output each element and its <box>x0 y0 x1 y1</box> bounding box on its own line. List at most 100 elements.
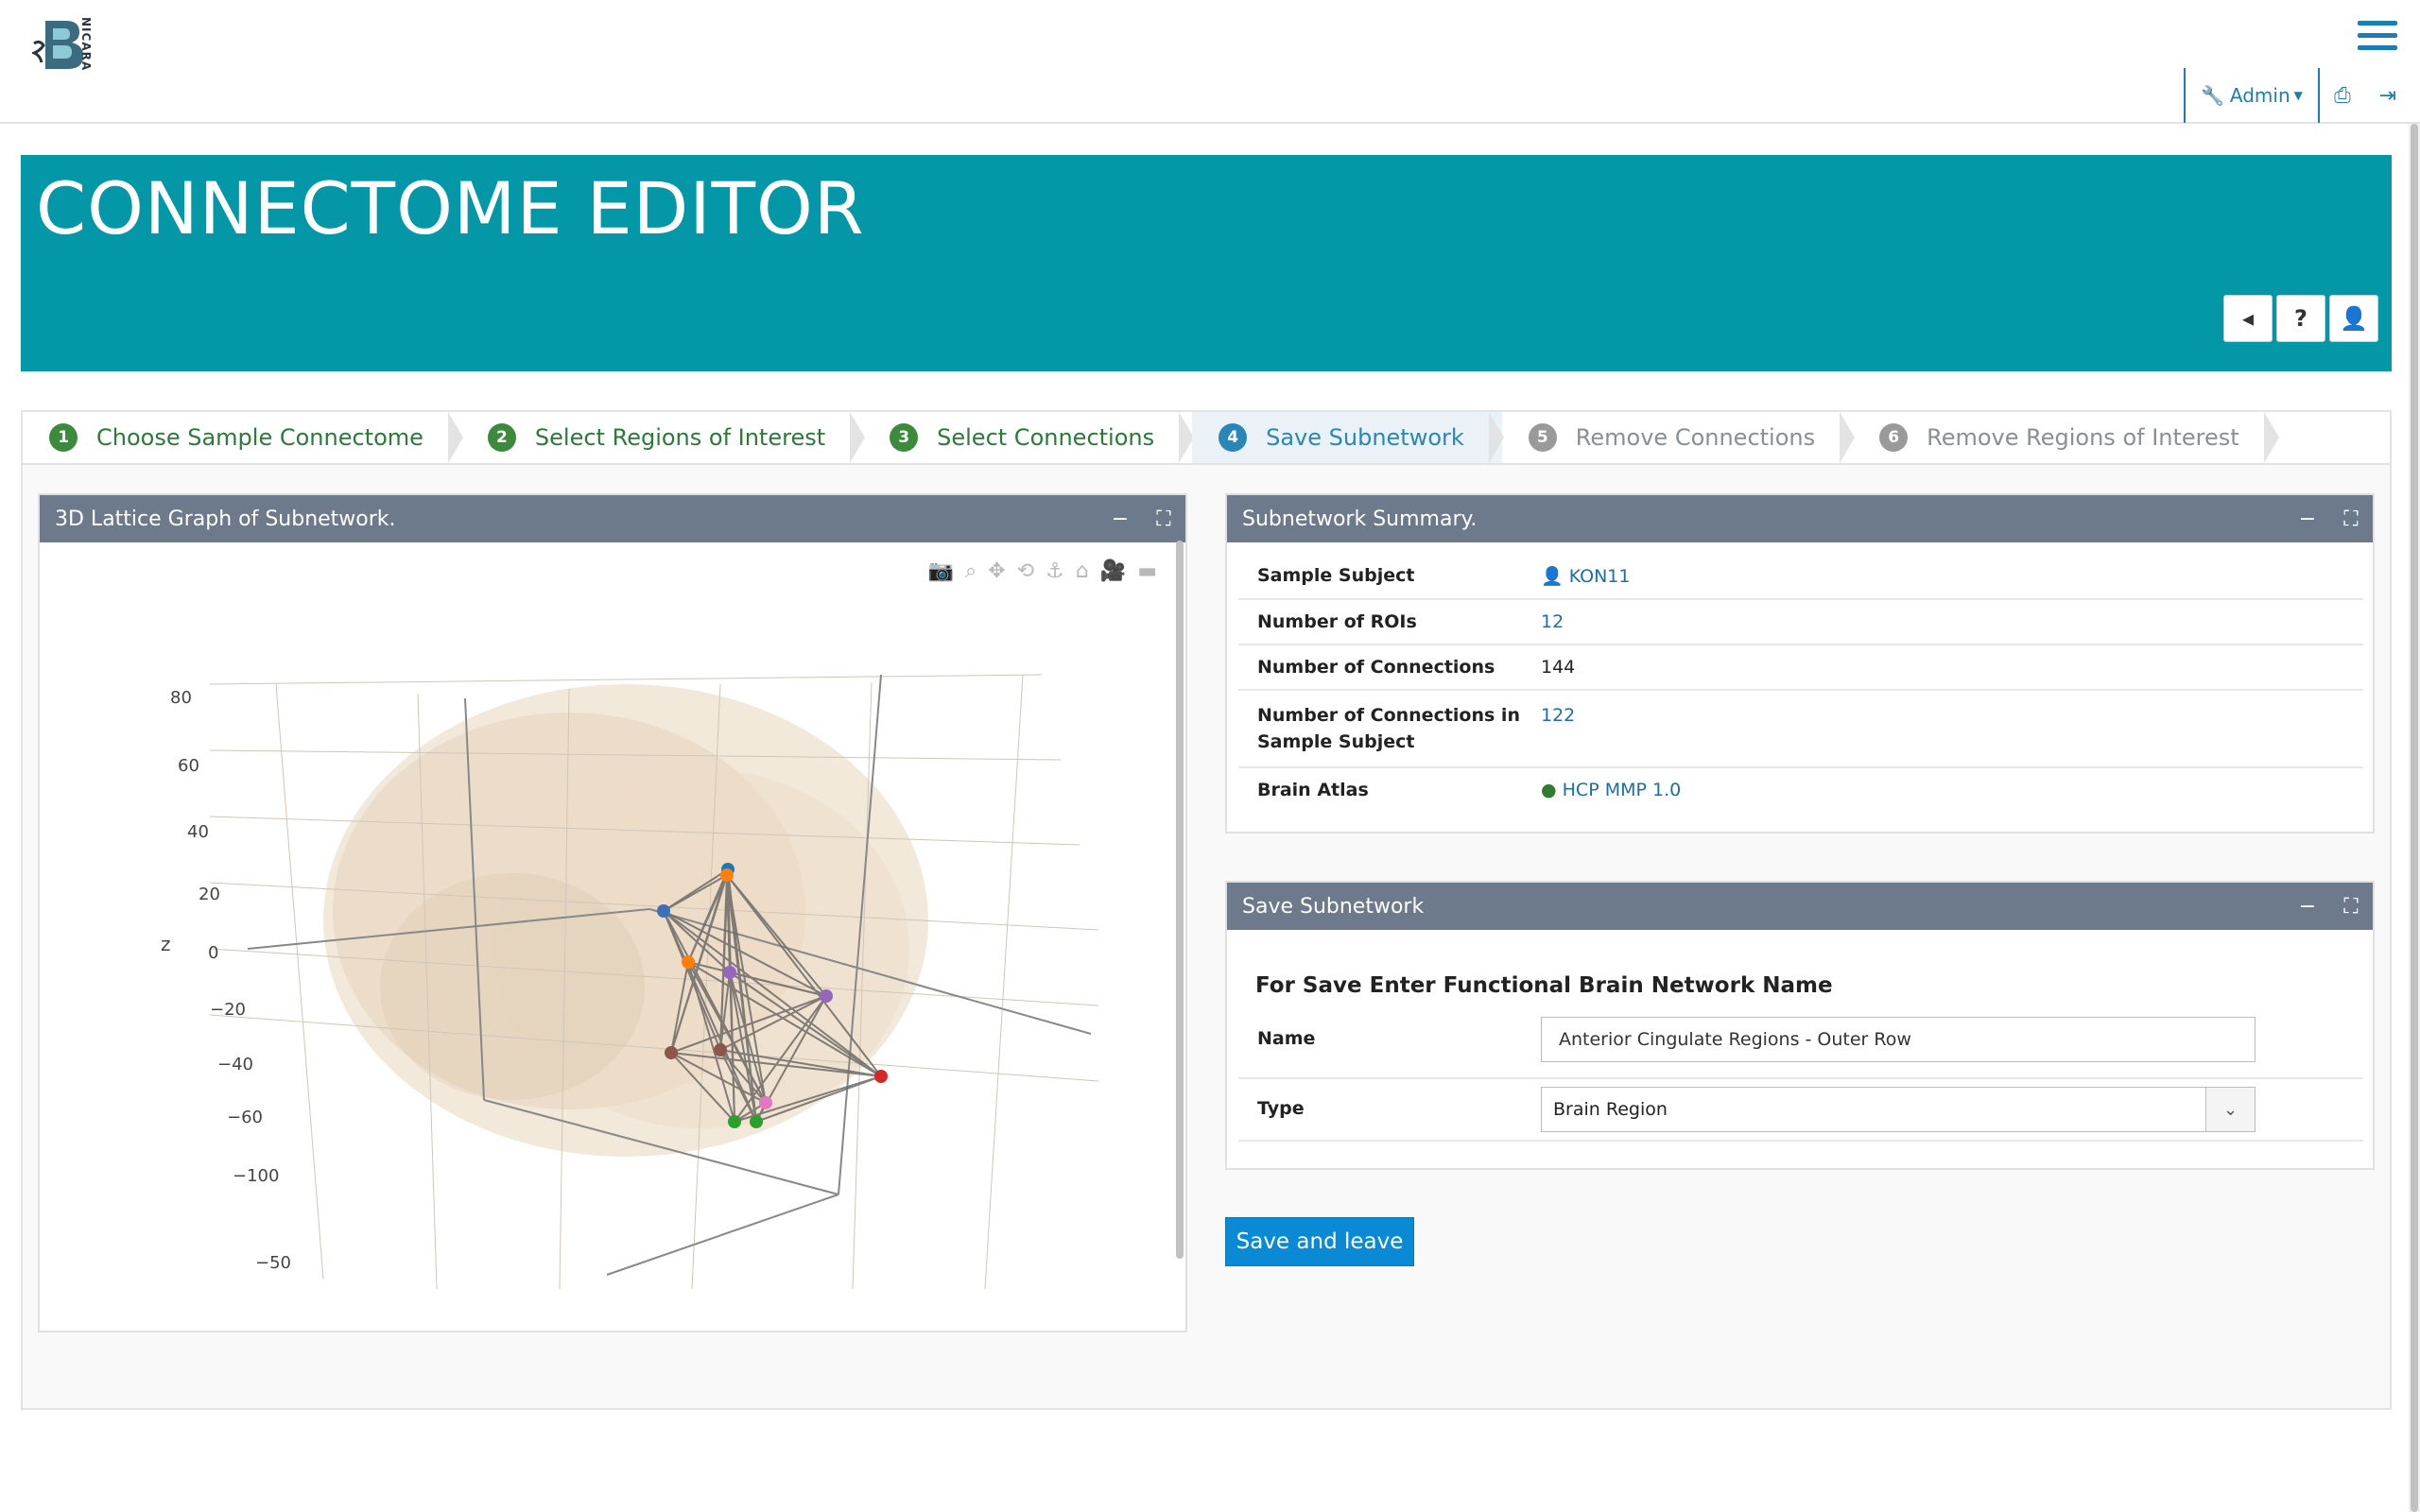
hover-tag-icon[interactable]: ▬ <box>1137 559 1157 583</box>
logout-icon[interactable]: ⇥ <box>2365 68 2411 123</box>
network-node[interactable] <box>874 1070 888 1083</box>
name-form-row: Name <box>1238 1017 2363 1079</box>
collapse-sidebar-icon[interactable]: ◂ <box>2223 295 2273 342</box>
sample-subject-link[interactable]: 👤 KON11 <box>1541 565 1630 587</box>
z-axis-ticks: 80 60 40 20 0 −20 −40 −60 −100 −50 z <box>161 688 291 1273</box>
step-number: 5 <box>1528 423 1557 452</box>
step-label: Select Regions of Interest <box>534 424 826 451</box>
z-tick-label: −40 <box>217 1055 253 1074</box>
type-select-value: Brain Region <box>1553 1099 1668 1120</box>
z-tick-label: 80 <box>170 688 192 708</box>
page-banner: CONNECTOME EDITOR ◂ ? 👤 <box>21 155 2392 371</box>
step-label: Remove Connections <box>1575 424 1816 451</box>
subnetwork-name-input[interactable] <box>1541 1017 2256 1062</box>
admin-label: Admin <box>2229 84 2290 107</box>
network-node[interactable] <box>665 1046 678 1059</box>
step-remove-connections[interactable]: 5 Remove Connections <box>1502 412 1856 463</box>
step-save-subnetwork[interactable]: 4 Save Subnetwork <box>1192 412 1504 463</box>
z-tick-label: 20 <box>199 885 220 904</box>
network-node[interactable] <box>728 1115 741 1128</box>
chevron-down-icon: ⌄ <box>2205 1088 2255 1131</box>
step-number: 1 <box>49 423 78 452</box>
minimize-icon[interactable]: − <box>2286 495 2329 542</box>
step-number: 6 <box>1879 423 1909 452</box>
admin-toolbar: 🔧 Admin ▼ ⎙ ⇥ <box>2184 68 2411 123</box>
admin-dropdown-button[interactable]: 🔧 Admin ▼ <box>2184 68 2320 123</box>
brain-atlas-link[interactable]: ● HCP MMP 1.0 <box>1541 780 1681 800</box>
panel-title: 3D Lattice Graph of Subnetwork. <box>55 507 396 531</box>
network-node[interactable] <box>759 1096 772 1109</box>
type-form-row: Type Brain Region ⌄ <box>1238 1079 2363 1142</box>
network-node[interactable] <box>723 966 736 979</box>
row-key: Brain Atlas <box>1257 780 1369 800</box>
z-tick-label: −60 <box>227 1108 263 1127</box>
expand-icon[interactable]: ⛶ <box>1142 495 1185 542</box>
print-icon[interactable]: ⎙ <box>2320 68 2365 123</box>
orbit-rotation-icon[interactable]: ⟲ <box>1017 559 1034 583</box>
wizard-panel: 1 Choose Sample Connectome 2 Select Regi… <box>21 410 2392 1410</box>
network-node[interactable] <box>682 955 695 969</box>
help-icon[interactable]: ? <box>2276 295 2325 342</box>
panel-header: 3D Lattice Graph of Subnetwork. − ⛶ <box>40 495 1185 542</box>
row-key: Number of Connections in Sample Subject <box>1257 705 1520 752</box>
step-select-connections[interactable]: 3 Select Connections <box>863 412 1195 463</box>
step-remove-regions[interactable]: 6 Remove Regions of Interest <box>1853 412 2279 463</box>
user-icon[interactable]: 👤 <box>2329 295 2378 342</box>
save-and-leave-button[interactable]: Save and leave <box>1225 1217 1414 1266</box>
turntable-icon[interactable]: ⚓ <box>1046 559 1064 583</box>
globe-icon: ● <box>1541 780 1557 800</box>
expand-icon[interactable]: ⛶ <box>2329 495 2373 542</box>
page-scrollbar-thumb[interactable] <box>2411 124 2418 1512</box>
network-node[interactable] <box>750 1115 763 1128</box>
network-node[interactable] <box>820 989 833 1003</box>
connections-in-subject-link[interactable]: 122 <box>1541 702 1575 755</box>
z-tick-label: −100 <box>233 1166 279 1186</box>
z-tick-label: 0 <box>208 943 218 963</box>
hamburger-menu-icon[interactable] <box>2358 21 2397 55</box>
wrench-icon: 🔧 <box>2201 84 2224 107</box>
reset-camera-home-icon[interactable]: ⌂ <box>1076 559 1089 583</box>
3d-graph-canvas[interactable]: 📷 ⌕ ✥ ⟲ ⚓ ⌂ 🎥 ▬ 80 60 40 20 0 −20 −40 −6… <box>40 542 1185 1331</box>
step-number: 2 <box>487 423 516 452</box>
wizard-steps: 1 Choose Sample Connectome 2 Select Regi… <box>23 412 2390 465</box>
name-label: Name <box>1257 1028 1316 1049</box>
step-choose-sample-connectome[interactable]: 1 Choose Sample Connectome <box>23 412 463 463</box>
minimize-icon[interactable]: − <box>1098 495 1142 542</box>
step-label: Remove Regions of Interest <box>1927 424 2239 451</box>
summary-row-connections-in-subject: Number of Connections in Sample Subject … <box>1238 691 2363 768</box>
row-key: Sample Subject <box>1257 565 1415 586</box>
minimize-icon[interactable]: − <box>2286 883 2329 930</box>
connections-count: 144 <box>1541 657 1576 678</box>
summary-row-sample-subject: Sample Subject 👤 KON11 <box>1238 554 2363 600</box>
rois-count-link[interactable]: 12 <box>1541 611 1564 632</box>
subnetwork-summary-panel: Subnetwork Summary. − ⛶ Sample Subject 👤… <box>1225 493 2375 833</box>
step-select-regions[interactable]: 2 Select Regions of Interest <box>461 412 866 463</box>
network-node[interactable] <box>720 868 734 882</box>
video-camera-icon[interactable]: 🎥 <box>1100 559 1126 583</box>
brain-atlas-value: HCP MMP 1.0 <box>1562 780 1682 800</box>
step-number: 3 <box>890 423 919 452</box>
panel-header: Save Subnetwork − ⛶ <box>1227 883 2373 930</box>
expand-icon[interactable]: ⛶ <box>2329 883 2373 930</box>
graph-panel-scrollbar[interactable] <box>1176 541 1184 1259</box>
step-label: Choose Sample Connectome <box>96 424 424 451</box>
step-label: Save Subnetwork <box>1266 424 1464 451</box>
panel-title: Subnetwork Summary. <box>1242 507 1478 531</box>
network-node[interactable] <box>657 904 670 918</box>
camera-icon[interactable]: 📷 <box>927 559 953 583</box>
row-key: Number of Connections <box>1257 657 1495 678</box>
caret-down-icon: ▼ <box>2293 89 2303 102</box>
panel-header: Subnetwork Summary. − ⛶ <box>1227 495 2373 542</box>
type-select[interactable]: Brain Region ⌄ <box>1541 1087 2256 1132</box>
zoom-icon[interactable]: ⌕ <box>965 559 977 583</box>
z-axis-label: z <box>161 933 171 955</box>
row-key: Number of ROIs <box>1257 611 1417 632</box>
step-label: Select Connections <box>937 424 1155 451</box>
summary-table: Sample Subject 👤 KON11 Number of ROIs 12… <box>1238 554 2363 812</box>
page-title: CONNECTOME EDITOR <box>36 166 865 250</box>
person-icon: 👤 <box>1541 566 1564 587</box>
network-node[interactable] <box>714 1043 727 1057</box>
pan-icon[interactable]: ✥ <box>988 559 1005 583</box>
summary-row-connections: Number of Connections 144 <box>1238 645 2363 691</box>
panel-title: Save Subnetwork <box>1242 894 1425 919</box>
